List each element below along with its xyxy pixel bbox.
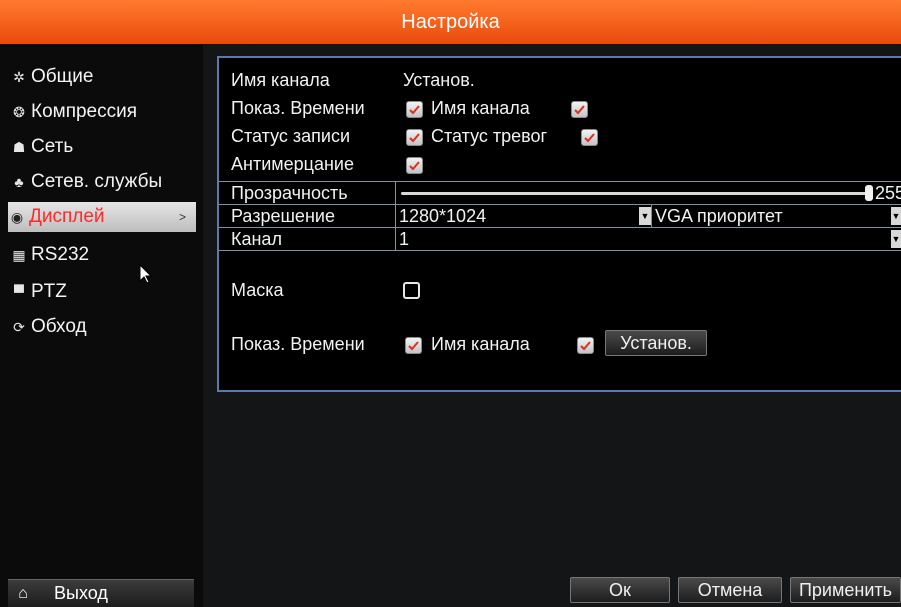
check-icon [409, 105, 420, 115]
channel-row: Канал 1 ▼ [219, 227, 901, 251]
transparency-label: Прозрачность [231, 183, 348, 203]
sidebar-item-network-services[interactable]: ♣ Сетев. службы [10, 167, 196, 197]
transparency-slider-handle[interactable] [865, 185, 873, 201]
camera-icon: ▀ [14, 284, 24, 300]
channel-osd-name-label: Имя канала [431, 334, 530, 354]
check-icon [574, 105, 585, 115]
channel-name-checkbox[interactable] [571, 101, 588, 118]
antiflicker-checkbox[interactable] [406, 157, 423, 174]
window-title: Настройка [401, 10, 500, 33]
transparency-row: Прозрачность 255 [219, 181, 901, 204]
eye-icon: ◉ [10, 208, 24, 225]
channel-show-time-label: Показ. Времени [231, 334, 365, 354]
resolution-row: Разрешение 1280*1024 ▼ VGA приоритет ▼ [219, 204, 901, 227]
channel-osd-name-checkbox[interactable] [577, 337, 594, 354]
serial-port-icon: ▦ [12, 246, 26, 263]
show-time-checkbox[interactable] [406, 101, 423, 118]
exit-button[interactable]: ⌂ Выход [8, 579, 194, 607]
sidebar-item-label: Дисплей [29, 206, 105, 227]
sidebar-item-general[interactable]: ✲ Общие [10, 62, 196, 92]
compression-icon: ❂ [13, 103, 25, 120]
sidebar-item-network[interactable]: ☗ Сеть [10, 132, 196, 162]
alarm-status-label: Статус тревог [431, 126, 548, 146]
antiflicker-label: Антимерцание [231, 154, 354, 174]
transparency-slider-track[interactable] [401, 192, 867, 195]
column-separator [395, 182, 396, 204]
apply-button[interactable]: Применить [790, 577, 901, 603]
resolution-label: Разрешение [231, 206, 335, 226]
check-icon [580, 341, 591, 351]
dropdown-arrow-icon[interactable]: ▼ [639, 207, 651, 225]
patrol-icon: ⟳ [13, 318, 25, 335]
sidebar-item-label: Сеть [31, 136, 74, 157]
sidebar-item-label: RS232 [31, 244, 90, 265]
output-priority-select[interactable]: VGA приоритет [653, 205, 783, 227]
sidebar-item-rs232[interactable]: ▦ RS232 [10, 240, 196, 270]
network-icon: ☗ [12, 138, 26, 155]
channel-select[interactable]: 1 [397, 228, 409, 250]
mask-label: Маска [231, 280, 284, 300]
alarm-status-checkbox[interactable] [581, 129, 598, 146]
exit-label: Выход [54, 583, 108, 603]
channel-name-label: Имя канала [231, 70, 330, 90]
sidebar-item-label: Общие [31, 66, 94, 87]
column-separator [395, 228, 396, 250]
channel-show-time-checkbox[interactable] [405, 337, 422, 354]
channel-name-label-2: Имя канала [431, 98, 530, 118]
check-icon [409, 133, 420, 143]
sidebar-item-label: Компрессия [31, 101, 138, 122]
record-status-checkbox[interactable] [406, 129, 423, 146]
column-separator [651, 205, 652, 227]
sidebar-item-label: PTZ [31, 281, 67, 302]
ok-button[interactable]: Ок [570, 577, 670, 603]
dropdown-arrow-icon[interactable]: ▼ [891, 207, 901, 225]
network-services-icon: ♣ [14, 174, 24, 190]
mouse-cursor-icon [139, 264, 153, 284]
sidebar-item-ptz[interactable]: ▀ PTZ [10, 277, 196, 307]
transparency-value: 255 [875, 183, 901, 203]
column-separator [395, 205, 396, 227]
check-icon [584, 133, 595, 143]
home-icon: ⌂ [18, 584, 28, 602]
check-icon [408, 341, 419, 351]
title-bar: Настройка [0, 0, 901, 44]
mask-checkbox[interactable] [403, 282, 420, 299]
display-settings-panel: Имя канала Установ. Показ. Времени Имя к… [217, 56, 901, 392]
sidebar-item-patrol[interactable]: ⟳ Обход [10, 312, 196, 342]
sidebar: ✲ Общие ❂ Компрессия ☗ Сеть ♣ Сетев. слу… [0, 44, 203, 607]
cancel-button[interactable]: Отмена [678, 577, 782, 603]
channel-label: Канал [231, 229, 282, 249]
sidebar-item-label: Обход [31, 316, 87, 337]
sidebar-item-compression[interactable]: ❂ Компрессия [10, 97, 196, 127]
chevron-right-icon: > [178, 210, 186, 224]
record-status-label: Статус записи [231, 126, 351, 146]
sidebar-item-display[interactable]: ◉ Дисплей > [8, 202, 196, 232]
show-time-label: Показ. Времени [231, 98, 365, 118]
channel-name-set-value[interactable]: Установ. [403, 70, 475, 91]
dropdown-arrow-icon[interactable]: ▼ [891, 230, 901, 248]
main-content: Имя канала Установ. Показ. Времени Имя к… [203, 44, 901, 607]
osd-set-button[interactable]: Установ. [605, 330, 707, 356]
check-icon [409, 161, 420, 171]
resolution-select[interactable]: 1280*1024 [397, 205, 486, 227]
sidebar-item-label: Сетев. службы [31, 171, 163, 192]
gear-icon: ✲ [13, 68, 25, 85]
